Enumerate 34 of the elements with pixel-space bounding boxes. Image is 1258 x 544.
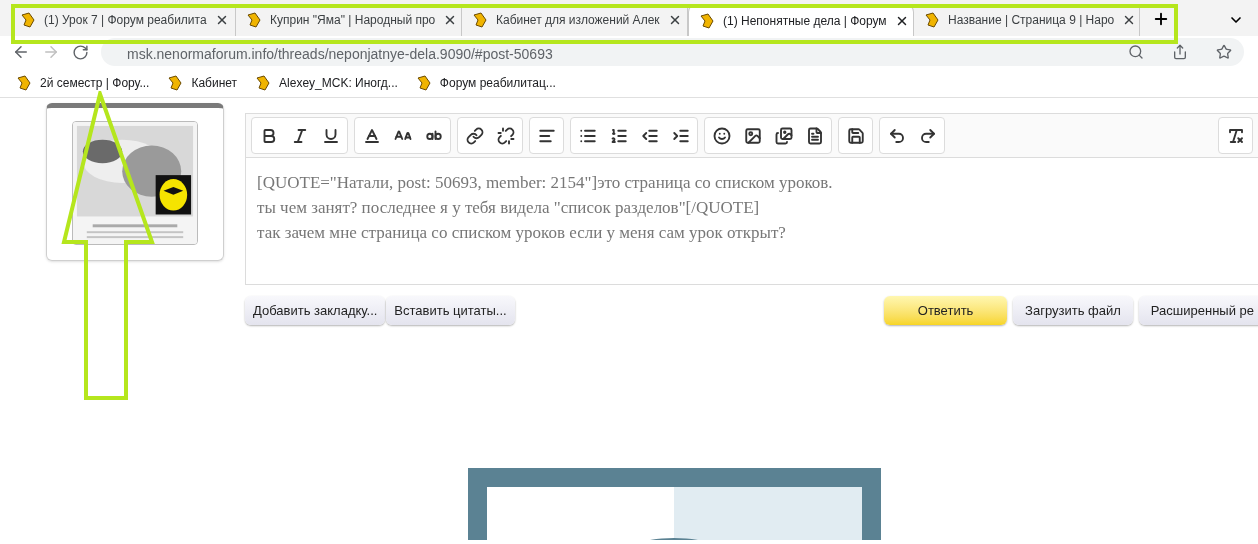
- editor-button[interactable]: Загрузить файл: [1013, 296, 1133, 325]
- favicon-icon: [246, 12, 262, 28]
- bookmark-item[interactable]: 2й семестр | Фору...: [16, 73, 150, 92]
- editor-button[interactable]: Расширенный ре: [1138, 296, 1258, 325]
- share-icon[interactable]: [1172, 44, 1188, 60]
- favicon-icon: [16, 74, 32, 91]
- favicon-icon: [472, 12, 488, 28]
- browser-tab[interactable]: Куприн "Яма" | Народный про: [236, 4, 462, 36]
- bookmark-item[interactable]: Alexey_MCK: Иногд...: [255, 73, 398, 92]
- bookmark-star-icon[interactable]: [1216, 44, 1232, 60]
- favicon-icon: [20, 12, 36, 28]
- tab-title: Название | Страница 9 | Наро: [948, 12, 1115, 29]
- message-field[interactable]: [QUOTE="Натали, post: 50693, member: 2154"]это страница со списком уроков. ты чем занят? последнее я у тебя видела "список разделов"[/QUOTE] так зачем мне страница со списком уроков если у меня сам урок открыт?: [246, 158, 1258, 284]
- tab-title: (1) Непонятные дела | Форум: [723, 12, 887, 30]
- favicon-icon: [699, 12, 715, 29]
- favicon-icon: [167, 74, 184, 91]
- zoom-icon[interactable]: [1128, 44, 1144, 60]
- reload-icon[interactable]: [72, 43, 89, 61]
- editor-button[interactable]: Вставить цитаты...: [386, 296, 515, 325]
- reply-button[interactable]: Ответить: [884, 296, 1008, 325]
- back-icon[interactable]: [12, 43, 30, 61]
- favicon-icon: [415, 74, 432, 91]
- tab-title: Кабинет для изложений Алек: [496, 12, 660, 29]
- browser-tab[interactable]: Название | Страница 9 | Наро: [914, 4, 1140, 36]
- favicon-icon: [255, 74, 272, 91]
- bookmark-item[interactable]: Кабинет: [167, 73, 238, 92]
- browser-tab[interactable]: (1) Урок 7 | Форум реабилита: [10, 4, 236, 36]
- bookmark-item[interactable]: Форум реабилитац...: [415, 73, 556, 92]
- editor-button[interactable]: Добавить закладку...: [245, 296, 386, 325]
- favicon-icon: [924, 12, 940, 28]
- tab-title: Куприн "Яма" | Народный про: [270, 12, 436, 29]
- new-tab-icon[interactable]: [1152, 10, 1170, 28]
- tab-title: (1) Урок 7 | Форум реабилита: [44, 12, 207, 29]
- url-text: msk.nenormaforum.info/threads/neponjatnye-dela.9090/#post-50693: [127, 45, 554, 64]
